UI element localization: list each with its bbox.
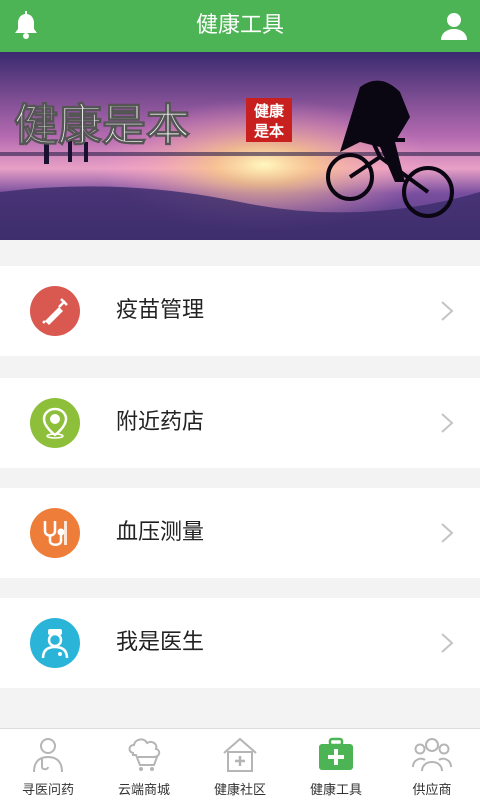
tool-item-blood-pressure[interactable]: 血压测量 <box>0 488 480 578</box>
bottom-navigation: 寻医问药 云端商城 健康社区 健康工具 供应商 <box>0 728 480 801</box>
doctor-icon <box>30 618 80 668</box>
tab-health-community[interactable]: 健康社区 <box>192 729 288 801</box>
syringe-icon <box>30 286 80 336</box>
tab-supplier[interactable]: 供应商 <box>384 729 480 801</box>
tool-label: 血压测量 <box>116 520 205 545</box>
tab-label: 健康社区 <box>213 783 266 798</box>
banner-stamp-line2: 是本 <box>253 122 284 140</box>
tool-item-vaccine[interactable]: 疫苗管理 <box>0 266 480 356</box>
medical-kit-icon <box>316 735 356 773</box>
tab-label: 云端商城 <box>117 783 170 798</box>
tab-label: 供应商 <box>412 783 452 798</box>
house-cross-icon <box>220 735 260 773</box>
chevron-right-icon <box>440 412 454 434</box>
doctor-avatar-icon <box>28 735 68 773</box>
tool-label: 附近药店 <box>116 410 205 435</box>
group-icon <box>412 735 452 773</box>
cloud-cart-icon <box>124 735 164 773</box>
chevron-right-icon <box>440 522 454 544</box>
tool-label: 疫苗管理 <box>116 298 205 323</box>
promo-banner[interactable]: 健康是本 健康 是本 <box>0 52 480 240</box>
chevron-right-icon <box>440 632 454 654</box>
banner-stamp-line1: 健康 <box>254 102 285 120</box>
banner-headline: 健康是本 <box>14 101 190 150</box>
tab-label: 健康工具 <box>309 783 362 798</box>
tool-item-doctor[interactable]: 我是医生 <box>0 598 480 688</box>
tab-health-tools[interactable]: 健康工具 <box>288 729 384 801</box>
tool-label: 我是医生 <box>116 630 205 655</box>
user-icon[interactable] <box>438 10 470 42</box>
page-title: 健康工具 <box>195 13 284 38</box>
tab-label: 寻医问药 <box>21 783 74 798</box>
tool-item-pharmacy[interactable]: 附近药店 <box>0 378 480 468</box>
tab-find-doctor[interactable]: 寻医问药 <box>0 729 96 801</box>
tab-cloud-mall[interactable]: 云端商城 <box>96 729 192 801</box>
stethoscope-icon <box>30 508 80 558</box>
map-pin-icon <box>30 398 80 448</box>
top-bar: 健康工具 <box>0 0 480 52</box>
chevron-right-icon <box>440 300 454 322</box>
